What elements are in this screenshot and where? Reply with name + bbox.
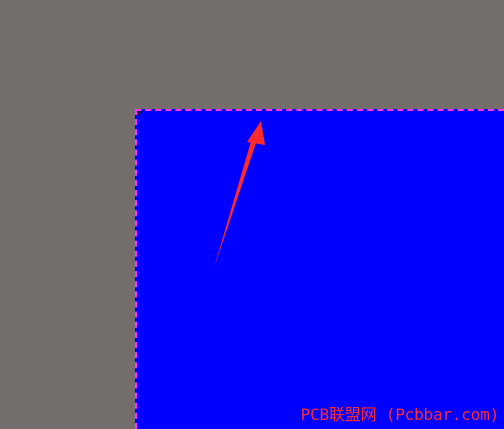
design-canvas[interactable]: PCB联盟网 (Pcbbar.com) [0,0,504,429]
watermark-text: PCB联盟网 (Pcbbar.com) [300,405,500,424]
blue-board-region[interactable] [135,109,504,429]
board-outline-top [135,109,504,111]
board-outline-left [135,109,137,429]
